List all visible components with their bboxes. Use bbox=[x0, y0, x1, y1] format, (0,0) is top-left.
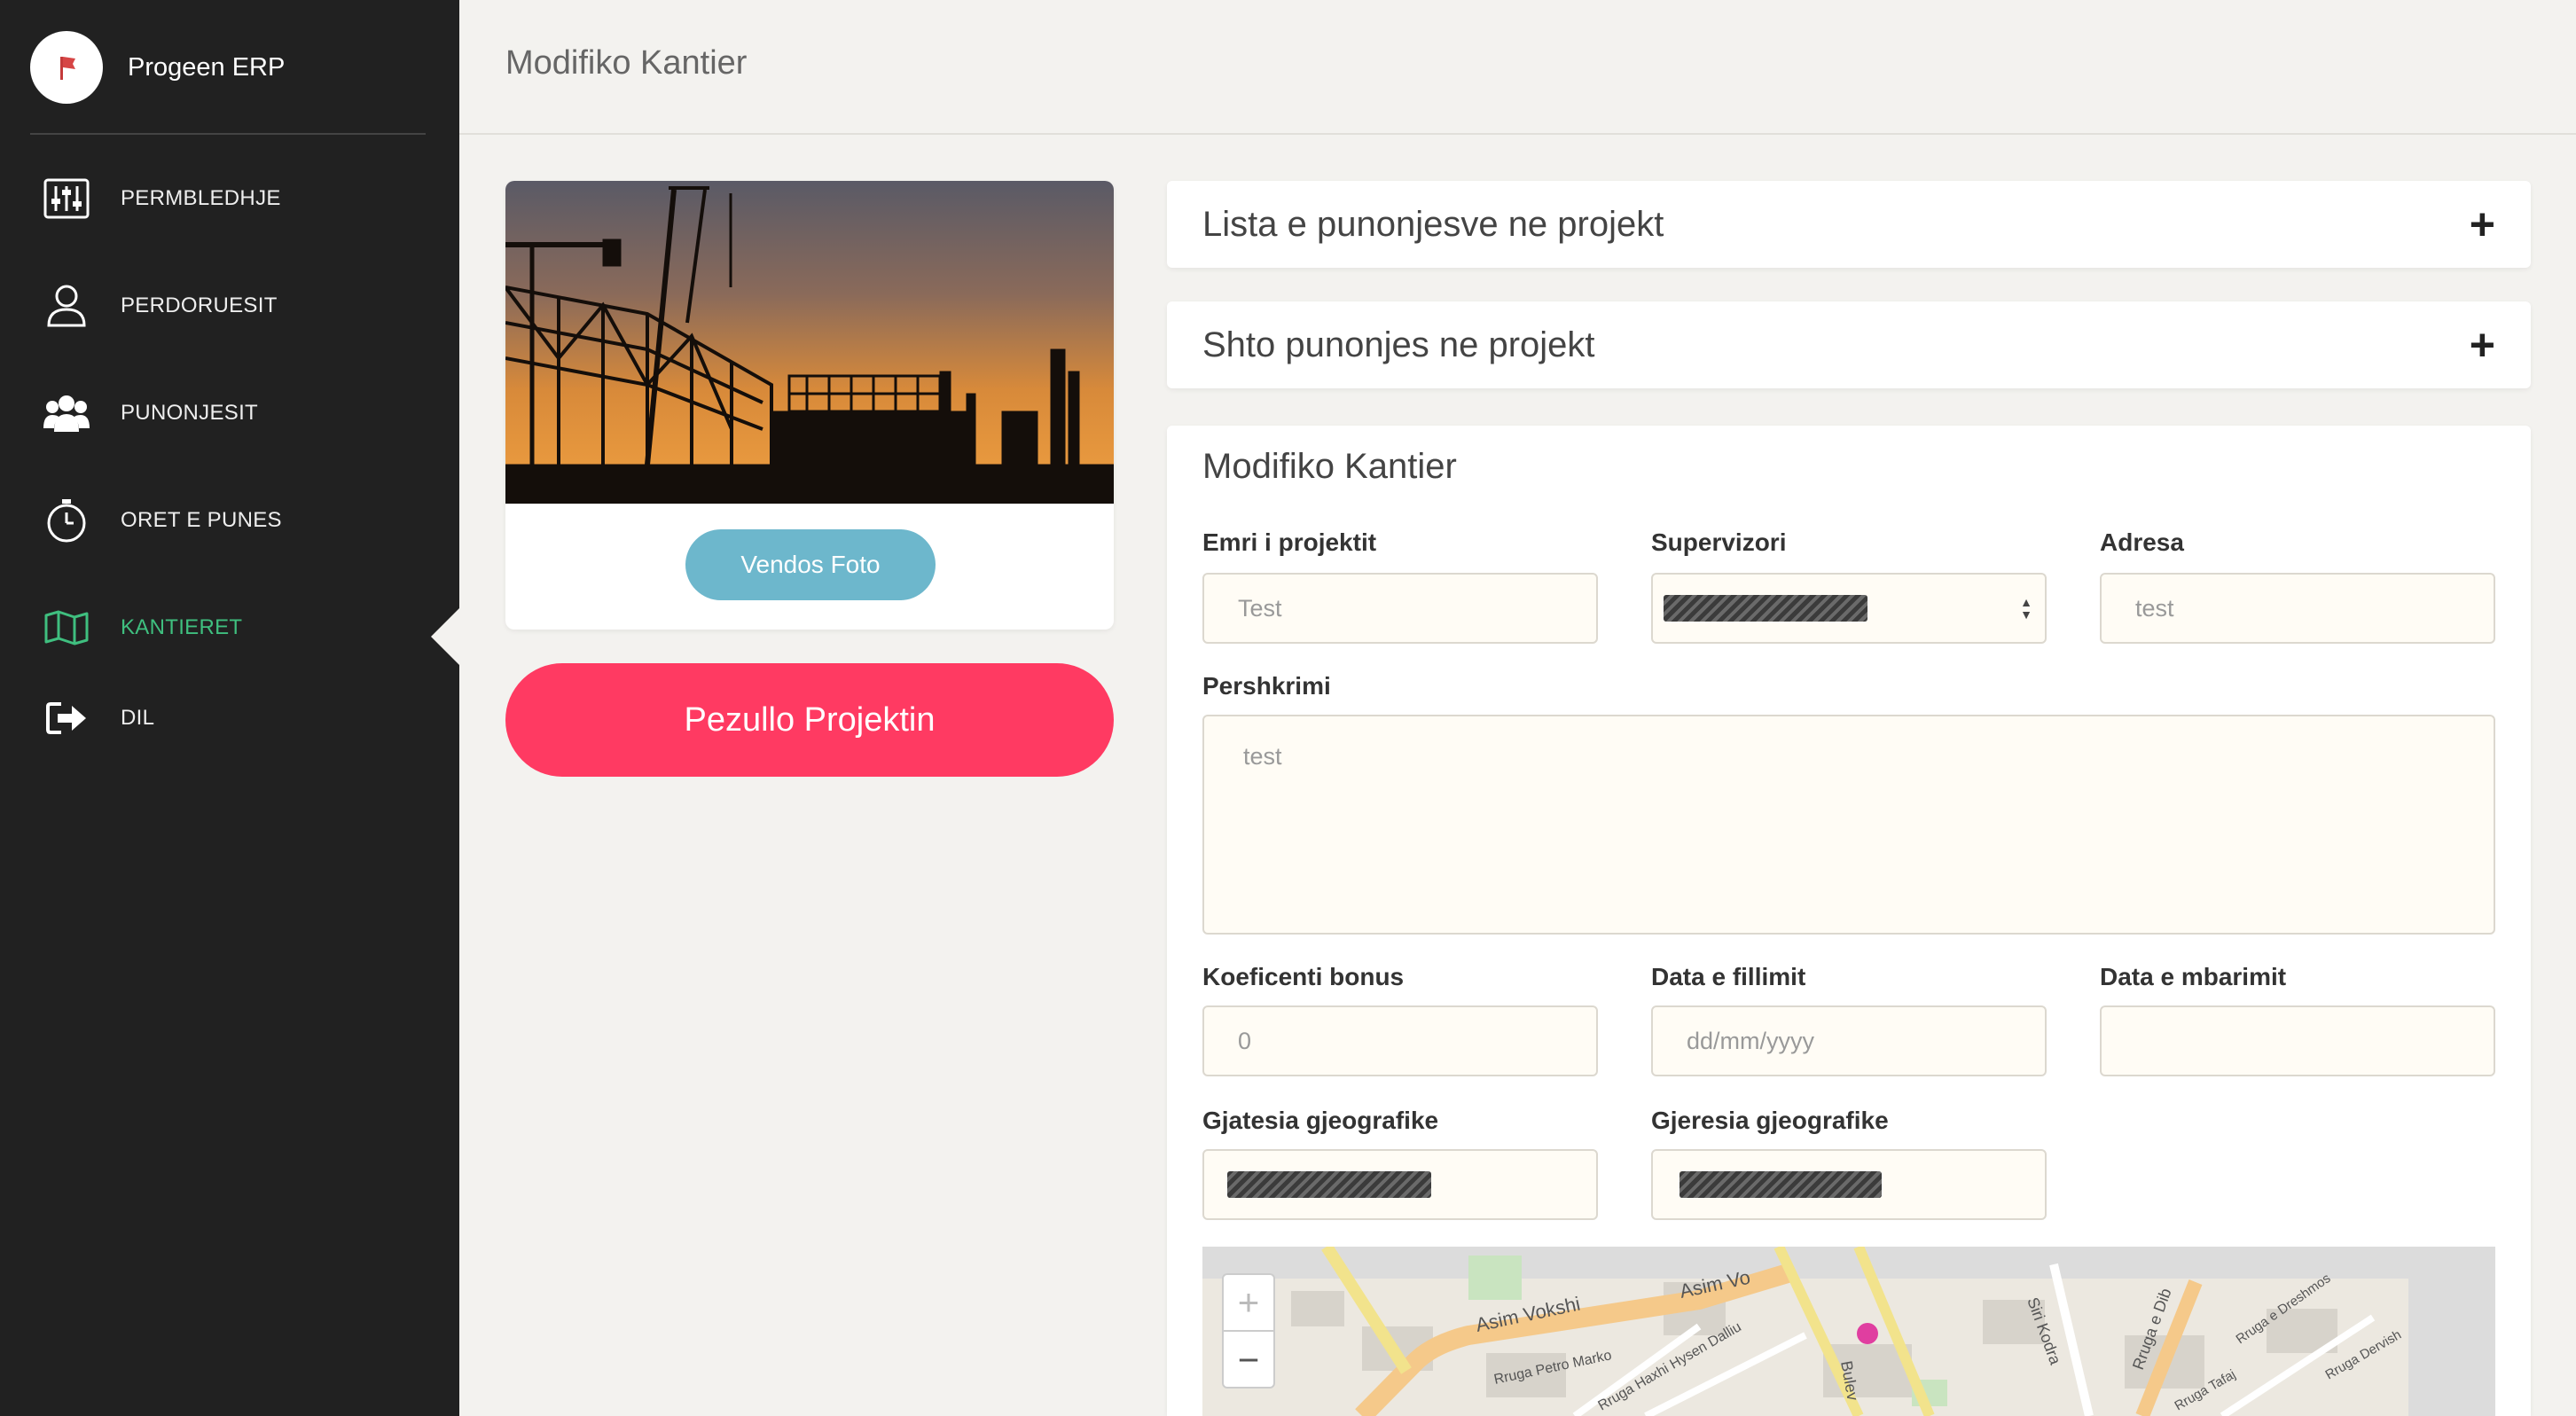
sign-out-icon bbox=[43, 694, 90, 742]
stopwatch-icon bbox=[43, 497, 90, 544]
employees-list-panel[interactable]: Lista e punonjesve ne projekt + bbox=[1167, 181, 2531, 268]
start-date-label: Data e fillimit bbox=[1651, 963, 1806, 990]
longitude-label: Gjatesia gjeografike bbox=[1202, 1107, 1439, 1134]
longitude-input[interactable] bbox=[1202, 1149, 1598, 1220]
zoom-in-button[interactable]: + bbox=[1224, 1275, 1273, 1332]
sidebar-item-label: PUNONJESIT bbox=[121, 401, 259, 425]
map-tiles: Asim Vokshi Asim Vo Rruga Petro Marko Rr… bbox=[1202, 1247, 2495, 1416]
sidebar-item-label: PERDORUESIT bbox=[121, 293, 278, 317]
sidebar-item-oret-e-punes[interactable]: ORET E PUNES bbox=[43, 494, 282, 547]
form-title: Modifiko Kantier bbox=[1202, 447, 1457, 486]
sidebar-item-dil[interactable]: DIL bbox=[43, 692, 154, 745]
sidebar-divider bbox=[30, 133, 426, 135]
expand-icon[interactable]: + bbox=[2470, 202, 2495, 246]
input-placeholder: dd/mm/yyyy bbox=[1687, 1027, 1815, 1054]
panel-title: Shto punonjes ne projekt bbox=[1202, 325, 1595, 364]
latitude-input[interactable] bbox=[1651, 1149, 2047, 1220]
user-icon bbox=[43, 282, 90, 330]
flag-icon bbox=[30, 31, 103, 104]
bonus-label: Koeficenti bonus bbox=[1202, 963, 1405, 990]
address-label: Adresa bbox=[2100, 528, 2184, 556]
end-date-input[interactable] bbox=[2100, 1005, 2495, 1076]
location-map[interactable]: Asim Vokshi Asim Vo Rruga Petro Marko Rr… bbox=[1202, 1247, 2495, 1416]
photo-card: Vendos Foto bbox=[505, 181, 1114, 630]
sliders-icon bbox=[43, 175, 90, 223]
bonus-input[interactable]: 0 bbox=[1202, 1005, 1598, 1076]
input-value: test bbox=[2135, 594, 2174, 622]
panel-title: Lista e punonjesve ne projekt bbox=[1202, 204, 1664, 244]
sidebar-item-permbledhje[interactable]: PERMBLEDHJE bbox=[43, 172, 281, 225]
input-value: 0 bbox=[1238, 1027, 1252, 1054]
input-value: Test bbox=[1238, 594, 1282, 622]
upload-photo-button[interactable]: Vendos Foto bbox=[685, 529, 936, 600]
address-input[interactable]: test bbox=[2100, 573, 2495, 644]
sidebar-item-label: ORET E PUNES bbox=[121, 508, 282, 532]
description-textarea[interactable]: test bbox=[1202, 715, 2495, 935]
redacted-value bbox=[1227, 1171, 1431, 1198]
active-indicator bbox=[431, 608, 459, 665]
sidebar-item-kantieret[interactable]: KANTIERET bbox=[43, 601, 242, 654]
sidebar-item-label: PERMBLEDHJE bbox=[121, 186, 281, 210]
map-zoom-control: + − bbox=[1222, 1273, 1275, 1389]
redacted-value bbox=[1679, 1171, 1882, 1198]
users-icon bbox=[43, 389, 90, 437]
zoom-out-button[interactable]: − bbox=[1224, 1332, 1273, 1389]
map-icon bbox=[43, 604, 90, 652]
expand-icon[interactable]: + bbox=[2470, 323, 2495, 367]
end-date-label: Data e mbarimit bbox=[2100, 963, 2287, 990]
sidebar: Progeen ERP PERMBLEDHJE PERDORUESIT PUNO… bbox=[0, 0, 459, 1416]
project-photo bbox=[505, 181, 1114, 504]
page-header: Modifiko Kantier bbox=[459, 0, 2576, 135]
edit-site-form: Modifiko Kantier Emri i projektit Test S… bbox=[1167, 426, 2531, 1416]
brand[interactable]: Progeen ERP bbox=[30, 30, 285, 105]
panel-header[interactable]: Shto punonjes ne projekt + bbox=[1167, 301, 2531, 388]
page-title: Modifiko Kantier bbox=[505, 44, 748, 82]
redacted-value bbox=[1664, 595, 1867, 622]
sidebar-item-label: DIL bbox=[121, 706, 155, 730]
add-employee-panel[interactable]: Shto punonjes ne projekt + bbox=[1167, 301, 2531, 388]
project-name-label: Emri i projektit bbox=[1202, 528, 1377, 556]
suspend-project-button[interactable]: Pezullo Projektin bbox=[505, 663, 1114, 777]
latitude-label: Gjeresia gjeografike bbox=[1651, 1107, 1889, 1134]
panel-header[interactable]: Lista e punonjesve ne projekt + bbox=[1167, 181, 2531, 268]
project-name-input[interactable]: Test bbox=[1202, 573, 1598, 644]
select-arrows-icon: ▲ ▼ bbox=[2020, 595, 2032, 622]
sidebar-item-perdoruesit[interactable]: PERDORUESIT bbox=[43, 279, 278, 332]
app-name: Progeen ERP bbox=[128, 52, 286, 82]
sidebar-item-label: KANTIERET bbox=[121, 615, 243, 639]
description-label: Pershkrimi bbox=[1202, 672, 1331, 700]
supervisor-label: Supervizori bbox=[1651, 528, 1787, 556]
supervisor-select[interactable]: ▲ ▼ bbox=[1651, 573, 2047, 644]
start-date-input[interactable]: dd/mm/yyyy bbox=[1651, 1005, 2047, 1076]
sidebar-item-punonjesit[interactable]: PUNONJESIT bbox=[43, 387, 258, 440]
textarea-value: test bbox=[1243, 743, 1282, 770]
